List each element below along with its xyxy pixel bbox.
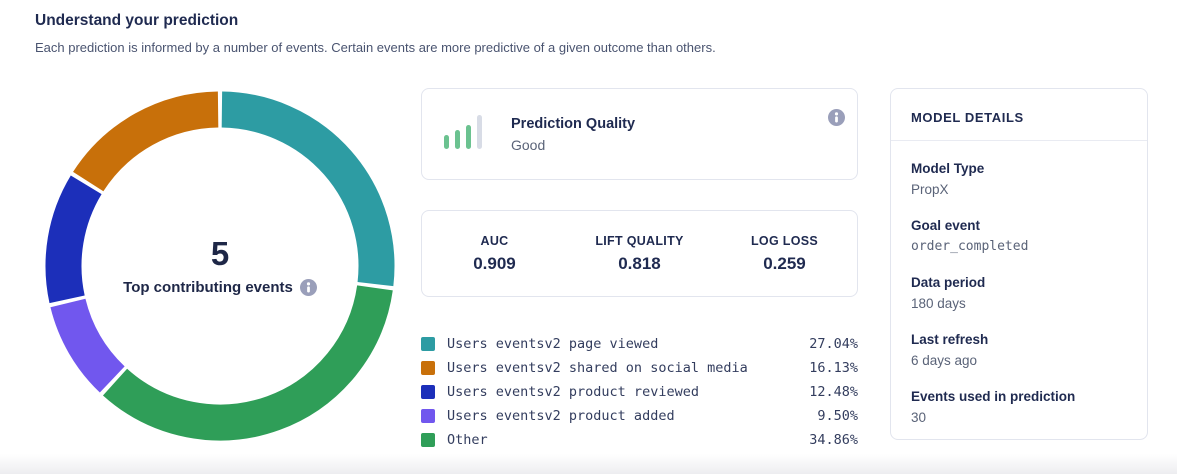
donut-segment-users-eventsv2-shared-on-social-media[interactable] <box>88 110 218 182</box>
detail-field-data-period: Data period 180 days <box>911 275 1127 311</box>
metrics-card: AUC 0.909LIFT QUALITY 0.818LOG LOSS 0.259 <box>421 210 858 297</box>
metric-label: LIFT QUALITY <box>567 234 712 248</box>
detail-field-goal-event: Goal event order_completed <box>911 218 1127 254</box>
signal-bars-icon <box>444 115 482 154</box>
info-icon[interactable] <box>828 109 845 126</box>
info-icon[interactable] <box>300 279 317 296</box>
page-title: Understand your prediction <box>35 12 716 30</box>
legend-label: Users eventsv2 product reviewed <box>447 384 699 400</box>
legend-swatch <box>421 385 435 399</box>
metric-label: AUC <box>422 234 567 248</box>
legend-swatch <box>421 433 435 447</box>
detail-field-value: 180 days <box>911 296 1127 311</box>
metric-log-loss: LOG LOSS 0.259 <box>712 234 857 274</box>
donut-center-label-row: Top contributing events <box>123 279 317 296</box>
quality-card-value: Good <box>511 137 635 153</box>
legend-swatch <box>421 409 435 423</box>
prediction-quality-card: Prediction Quality Good <box>421 88 858 180</box>
donut-center-label: Top contributing events <box>123 279 293 296</box>
donut-segment-users-eventsv2-product-added[interactable] <box>68 303 112 379</box>
donut-chart-svg <box>44 90 396 442</box>
legend-row[interactable]: Users eventsv2 page viewed 27.04% <box>421 332 858 356</box>
legend-value: 16.13% <box>809 360 858 376</box>
legend-value: 9.50% <box>817 408 858 424</box>
legend-swatch <box>421 337 435 351</box>
model-details-fields: Model Type PropX Goal event order_completed… <box>891 141 1147 445</box>
metric-value: 0.259 <box>712 254 857 274</box>
donut-segment-other[interactable] <box>115 288 375 423</box>
bottom-page-strip <box>0 454 1177 474</box>
detail-field-label: Model Type <box>911 161 1127 176</box>
detail-field-label: Data period <box>911 275 1127 290</box>
detail-field-value: order_completed <box>911 239 1127 254</box>
legend-label: Users eventsv2 product added <box>447 408 675 424</box>
metric-value: 0.909 <box>422 254 567 274</box>
detail-field-value: 30 <box>911 410 1127 425</box>
page-subtitle: Each prediction is informed by a number … <box>35 40 716 55</box>
legend-value: 34.86% <box>809 432 858 448</box>
detail-field-model-type: Model Type PropX <box>911 161 1127 197</box>
legend-swatch <box>421 361 435 375</box>
detail-field-value: PropX <box>911 182 1127 197</box>
quality-card-title: Prediction Quality <box>511 116 635 132</box>
detail-field-last-refresh: Last refresh 6 days ago <box>911 332 1127 368</box>
model-details-heading: MODEL DETAILS <box>891 89 1147 141</box>
middle-column: Prediction Quality Good AUC 0.909LIFT QUA… <box>421 88 858 452</box>
donut-segment-users-eventsv2-page-viewed[interactable] <box>222 110 377 285</box>
detail-field-label: Last refresh <box>911 332 1127 347</box>
legend-row[interactable]: Users eventsv2 shared on social media 16.… <box>421 356 858 380</box>
legend-label: Other <box>447 432 488 448</box>
metric-lift-quality: LIFT QUALITY 0.818 <box>567 234 712 274</box>
donut-segment-users-eventsv2-product-reviewed[interactable] <box>63 185 86 299</box>
legend-row[interactable]: Users eventsv2 product reviewed 12.48% <box>421 380 858 404</box>
metric-label: LOG LOSS <box>712 234 857 248</box>
metric-value: 0.818 <box>567 254 712 274</box>
metric-auc: AUC 0.909 <box>422 234 567 274</box>
legend-label: Users eventsv2 shared on social media <box>447 360 748 376</box>
donut-chart: 5 Top contributing events <box>44 90 396 442</box>
legend-row[interactable]: Other 34.86% <box>421 428 858 452</box>
detail-field-value: 6 days ago <box>911 353 1127 368</box>
legend-row[interactable]: Users eventsv2 product added 9.50% <box>421 404 858 428</box>
legend-label: Users eventsv2 page viewed <box>447 336 658 352</box>
detail-field-label: Goal event <box>911 218 1127 233</box>
legend-value: 27.04% <box>809 336 858 352</box>
chart-legend: Users eventsv2 page viewed27.04%Users ev… <box>421 332 858 452</box>
detail-field-label: Events used in prediction <box>911 389 1127 404</box>
page-header: Understand your prediction Each predicti… <box>35 12 716 55</box>
legend-value: 12.48% <box>809 384 858 400</box>
quality-text-block: Prediction Quality Good <box>511 116 635 153</box>
detail-field-events-used-in-prediction: Events used in prediction 30 <box>911 389 1127 425</box>
model-details-card: MODEL DETAILS Model Type PropX Goal event o… <box>890 88 1148 440</box>
